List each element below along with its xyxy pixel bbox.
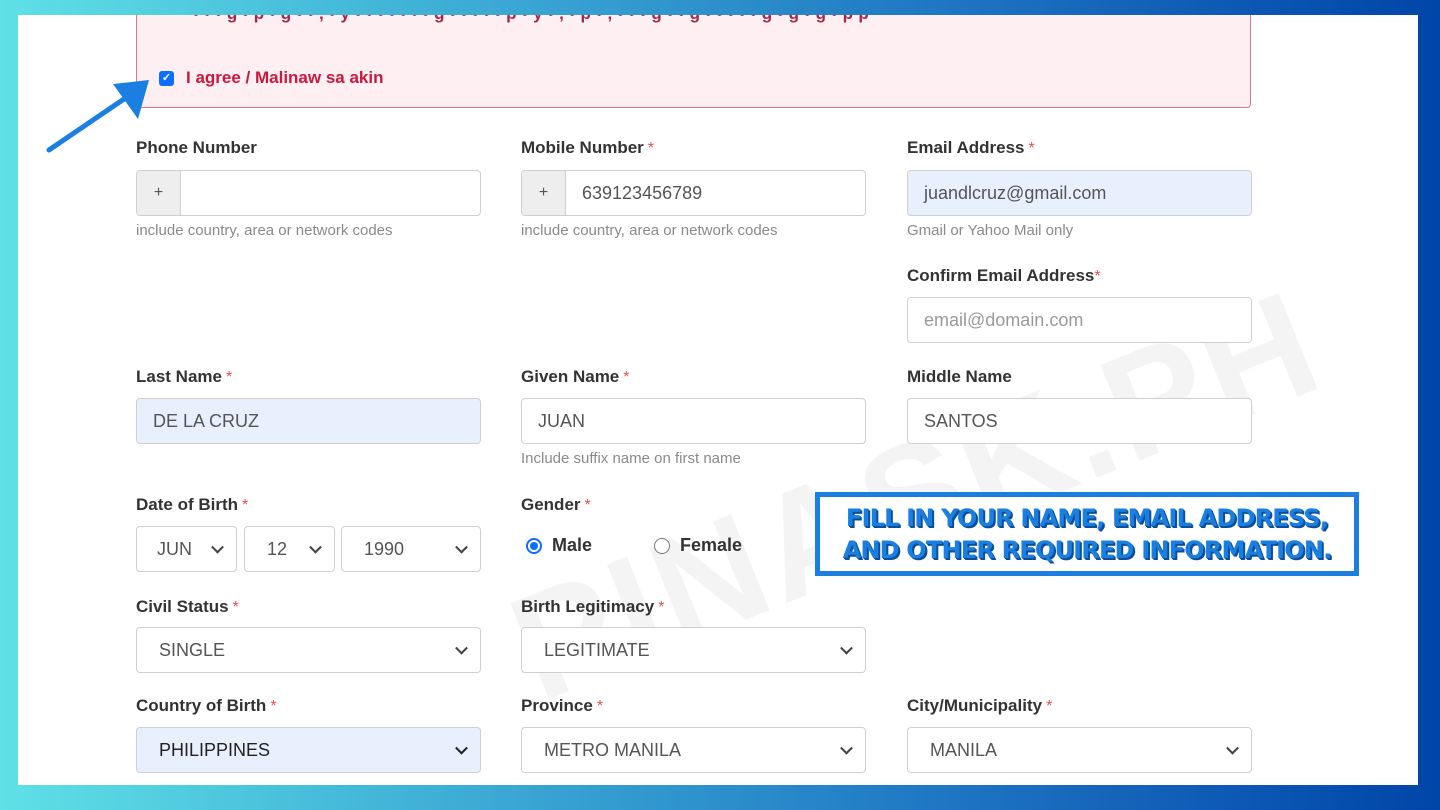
email-help-text: Gmail or Yahoo Mail only [907,222,1074,239]
birth-legitimacy-value: LEGITIMATE [544,639,650,660]
phone-help-text: include country, area or network codes [136,222,393,239]
callout-line-1: FILL IN YOUR NAME, EMAIL ADDRESS, [845,504,1329,532]
mobile-number-label: Mobile Number * [521,138,655,157]
email-input[interactable]: juandlcruz@gmail.com [907,170,1252,216]
mobile-number-input[interactable]: + 639123456789 [521,170,866,216]
gender-female-radio[interactable]: Female [654,535,742,556]
chevron-down-icon [455,641,468,655]
civil-status-label: Civil Status * [136,597,239,616]
agree-checkbox-row[interactable]: ✓ I agree / Malinaw sa akin [159,68,383,88]
middle-name-input[interactable]: SANTOS [907,398,1252,444]
checkmark-icon: ✓ [161,71,172,84]
phone-plus-addon: + [137,171,181,215]
agree-checkbox[interactable]: ✓ [159,70,174,86]
confirm-email-input[interactable]: email@domain.com [907,297,1252,343]
city-municipality-label: City/Municipality * [907,696,1053,715]
consent-text-truncated: • • • g • p • g • • , • y • • • • • • • … [193,15,869,24]
middle-name-value: SANTOS [924,410,998,431]
instruction-callout: FILL IN YOUR NAME, EMAIL ADDRESS, AND OT… [815,492,1359,576]
province-label: Province * [521,696,604,715]
last-name-value: DE LA CRUZ [153,410,260,431]
dob-month-select[interactable]: JUN [136,526,237,572]
gender-label: Gender * [521,495,591,514]
confirm-email-placeholder: email@domain.com [924,309,1084,330]
gender-male-radio[interactable]: Male [526,535,592,556]
birth-legitimacy-select[interactable]: LEGITIMATE [521,627,866,673]
dob-year-select[interactable]: 1990 [341,526,481,572]
phone-number-input[interactable]: + [136,170,481,216]
civil-status-select[interactable]: SINGLE [136,627,481,673]
chevron-down-icon [211,540,224,554]
civil-status-value: SINGLE [159,639,226,660]
date-of-birth-label: Date of Birth * [136,495,249,514]
country-of-birth-label: Country of Birth * [136,696,277,715]
country-of-birth-value: PHILIPPINES [159,739,271,760]
country-of-birth-select[interactable]: PHILIPPINES [136,727,481,773]
chevron-down-icon [309,540,322,554]
last-name-label: Last Name * [136,367,233,386]
birth-legitimacy-label: Birth Legitimacy * [521,597,665,616]
chevron-down-icon [1226,741,1239,755]
radio-selected-icon[interactable] [526,537,542,554]
chevron-down-icon [840,741,853,755]
given-name-label: Given Name * [521,367,630,386]
email-value: juandlcruz@gmail.com [924,182,1107,203]
mobile-plus-addon: + [522,171,566,215]
chevron-down-icon [455,741,468,755]
radio-unselected-icon[interactable] [654,537,670,554]
province-value: METRO MANILA [544,739,682,760]
chevron-down-icon [840,641,853,655]
confirm-email-label: Confirm Email Address* [907,266,1101,285]
email-label: Email Address * [907,138,1035,157]
given-name-value: JUAN [538,410,586,431]
phone-number-label: Phone Number [136,138,257,157]
dob-day-select[interactable]: 12 [244,526,335,572]
given-name-input[interactable]: JUAN [521,398,866,444]
chevron-down-icon [455,540,468,554]
dob-month-value: JUN [157,538,192,559]
given-name-help-text: Include suffix name on first name [521,450,741,467]
mobile-number-value: 639123456789 [582,182,703,203]
callout-line-2: AND OTHER REQUIRED INFORMATION. [842,536,1333,564]
city-municipality-value: MANILA [930,739,998,760]
dob-day-value: 12 [267,538,288,559]
form-panel: PINASK.PH • • • g • p • g • • , • y • • … [18,15,1418,785]
dob-year-value: 1990 [364,538,405,559]
mobile-help-text: include country, area or network codes [521,222,778,239]
last-name-input[interactable]: DE LA CRUZ [136,398,481,444]
province-select[interactable]: METRO MANILA [521,727,866,773]
agree-label[interactable]: I agree / Malinaw sa akin [186,68,383,88]
city-municipality-select[interactable]: MANILA [907,727,1252,773]
consent-alert: • • • g • p • g • • , • y • • • • • • • … [136,15,1251,108]
middle-name-label: Middle Name [907,367,1012,386]
